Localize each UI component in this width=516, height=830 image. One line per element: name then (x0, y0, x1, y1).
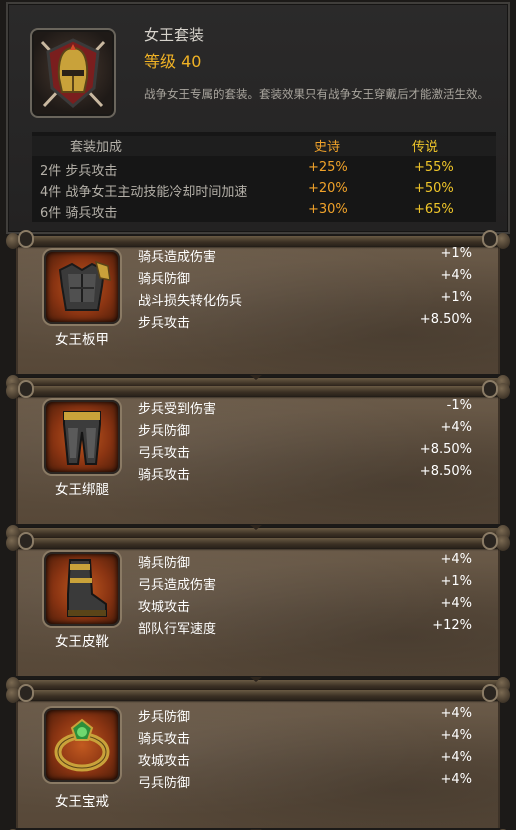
stat-value: +1% (440, 290, 472, 305)
scroll-rod-top (6, 233, 510, 249)
stat-name: 步兵受到伤害 (138, 402, 217, 417)
stat-name: 骑兵防御 (138, 556, 191, 571)
bonus-row: 2件 步兵攻击 +25% +55% (32, 160, 496, 180)
stat-name: 步兵防御 (138, 424, 191, 439)
stat-name: 步兵防御 (138, 710, 191, 725)
stat-value: +8.50% (419, 442, 472, 457)
scroll-knob-icon (18, 684, 34, 702)
set-info-panel: 女王套装 等级 40 战争女王专属的套装。套装效果只有战争女王穿戴后才能激活生效… (6, 2, 510, 234)
scroll-rod-top (6, 687, 510, 703)
stat-value: +1% (440, 246, 472, 261)
queen-helmet-emblem-icon (30, 28, 116, 118)
stat-row: 步兵防御 +4% (138, 420, 472, 442)
stat-name: 部队行军速度 (138, 622, 217, 637)
stat-value: +1% (440, 574, 472, 589)
stat-row: 弓兵攻击 +8.50% (138, 442, 472, 464)
stat-row: 骑兵防御 +4% (138, 268, 472, 290)
set-bonus-table: 套装加成 史诗 传说 2件 步兵攻击 +25% +55% 4件 战争女王主动技能… (32, 132, 496, 222)
stat-value: +4% (440, 552, 472, 567)
equipment-card-leggings[interactable]: 女王绑腿 步兵受到伤害 -1% 步兵防御 +4% 弓兵攻击 +8.50% 骑兵攻… (6, 380, 510, 541)
bonus-label: 4件 战争女王主动技能冷却时间加速 (40, 185, 248, 200)
stat-value: +12% (432, 618, 472, 633)
bonus-epic-value: +30% (308, 202, 348, 217)
scroll-knob-icon (482, 230, 498, 248)
stat-name: 骑兵攻击 (138, 732, 191, 747)
equipment-card-armor[interactable]: 女王板甲 骑兵造成伤害 +1% 骑兵防御 +4% 战斗损失转化伤兵 +1% 步兵… (6, 230, 510, 391)
stat-value: +4% (440, 596, 472, 611)
bonus-header-label: 套装加成 (70, 140, 123, 155)
stat-row: 攻城攻击 +4% (138, 596, 472, 618)
bonus-epic-value: +20% (308, 181, 348, 196)
stat-name: 攻城攻击 (138, 600, 191, 615)
stat-row: 弓兵防御 +4% (138, 772, 472, 794)
set-level: 等级 40 (144, 52, 202, 71)
armor-icon[interactable] (44, 250, 120, 324)
bonus-header-legendary: 传说 (412, 140, 439, 155)
scroll-fold-mark (250, 525, 262, 530)
stat-value: -1% (446, 398, 472, 413)
bonus-legendary-value: +65% (414, 202, 454, 217)
bonus-label: 6件 骑兵攻击 (40, 206, 118, 221)
stat-name: 弓兵造成伤害 (138, 578, 217, 593)
stat-value: +4% (440, 268, 472, 283)
stat-name: 战斗损失转化伤兵 (138, 294, 243, 309)
stat-row: 骑兵攻击 +4% (138, 728, 472, 750)
stat-row: 步兵防御 +4% (138, 706, 472, 728)
stat-row: 弓兵造成伤害 +1% (138, 574, 472, 596)
bonus-header-epic: 史诗 (314, 140, 341, 155)
bonus-epic-value: +25% (308, 160, 348, 175)
leggings-icon[interactable] (44, 400, 120, 474)
stat-value: +4% (440, 728, 472, 743)
stat-value: +8.50% (419, 312, 472, 327)
bonus-label: 2件 步兵攻击 (40, 164, 118, 179)
scroll-knob-icon (482, 380, 498, 398)
stat-row: 步兵受到伤害 -1% (138, 398, 472, 420)
equipment-name: 女王宝戒 (55, 794, 109, 810)
equipment-name: 女王板甲 (55, 332, 109, 348)
scroll-knob-icon (482, 684, 498, 702)
scroll-fold-mark (250, 677, 262, 682)
scroll-knob-icon (18, 532, 34, 550)
scroll-rod-top (6, 383, 510, 399)
stat-name: 弓兵防御 (138, 776, 191, 791)
stat-value: +4% (440, 772, 472, 787)
stat-row: 攻城攻击 +4% (138, 750, 472, 772)
stat-value: +8.50% (419, 464, 472, 479)
bonus-legendary-value: +55% (414, 160, 454, 175)
set-description: 战争女王专属的套装。套装效果只有战争女王穿戴后才能激活生效。 (144, 87, 489, 101)
scroll-knob-icon (18, 230, 34, 248)
bonus-row: 6件 骑兵攻击 +30% +65% (32, 202, 496, 222)
stat-value: +4% (440, 750, 472, 765)
scroll-fold-mark (250, 375, 262, 380)
ring-icon[interactable] (44, 708, 120, 782)
boots-icon[interactable] (44, 552, 120, 626)
equipment-name: 女王绑腿 (55, 482, 109, 498)
stat-row: 骑兵造成伤害 +1% (138, 246, 472, 268)
stat-name: 骑兵造成伤害 (138, 250, 217, 265)
bonus-row: 4件 战争女王主动技能冷却时间加速 +20% +50% (32, 181, 496, 201)
stat-name: 弓兵攻击 (138, 446, 191, 461)
equipment-card-ring[interactable]: 女王宝戒 步兵防御 +4% 骑兵攻击 +4% 攻城攻击 +4% 弓兵防御 +4% (6, 684, 510, 830)
stat-value: +4% (440, 420, 472, 435)
stat-name: 骑兵防御 (138, 272, 191, 287)
stat-row: 部队行军速度 +12% (138, 618, 472, 640)
stat-name: 骑兵攻击 (138, 468, 191, 483)
equipment-name: 女王皮靴 (55, 634, 109, 650)
stat-row: 战斗损失转化伤兵 +1% (138, 290, 472, 312)
stat-name: 步兵攻击 (138, 316, 191, 331)
stat-value: +4% (440, 706, 472, 721)
stat-row: 骑兵防御 +4% (138, 552, 472, 574)
scroll-knob-icon (18, 380, 34, 398)
set-name: 女王套装 (144, 26, 205, 44)
scroll-rod-top (6, 535, 510, 551)
stat-name: 攻城攻击 (138, 754, 191, 769)
stat-row: 步兵攻击 +8.50% (138, 312, 472, 334)
stat-row: 骑兵攻击 +8.50% (138, 464, 472, 486)
scroll-knob-icon (482, 532, 498, 550)
equipment-card-boots[interactable]: 女王皮靴 骑兵防御 +4% 弓兵造成伤害 +1% 攻城攻击 +4% 部队行军速度… (6, 532, 510, 693)
bonus-table-header: 套装加成 史诗 传说 (32, 136, 496, 156)
bonus-legendary-value: +50% (414, 181, 454, 196)
